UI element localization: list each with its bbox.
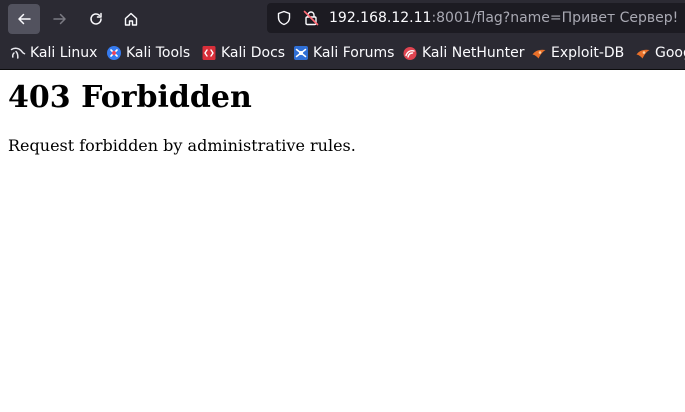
bookmark-label: Google Hacking DB: [655, 45, 685, 61]
bookmark-exploit-db[interactable]: Exploit-DB: [531, 37, 624, 69]
browser-toolbar: 192.168.12.11:8001/flag?name=Привет Серв…: [0, 0, 685, 37]
url-text[interactable]: 192.168.12.11:8001/flag?name=Привет Серв…: [329, 10, 678, 26]
home-icon: [123, 11, 139, 27]
bookmark-label: Kali Docs: [221, 45, 286, 61]
forward-button[interactable]: [44, 4, 76, 34]
bookmark-kali-tools[interactable]: Kali Tools: [106, 37, 190, 69]
url-path: :8001/flag?name=Привет Сервер!: [431, 10, 679, 26]
kali-nethunter-icon: [402, 45, 418, 61]
bookmark-label: Kali Linux: [30, 45, 98, 61]
bookmark-label: Exploit-DB: [551, 45, 625, 61]
exploit-db-icon: [531, 45, 547, 61]
google-hacking-db-icon: [635, 45, 651, 61]
shield-icon[interactable]: [276, 10, 292, 31]
reload-icon: [88, 11, 104, 27]
arrow-right-icon: [52, 11, 68, 27]
page-content: 403 Forbidden Request forbidden by admin…: [0, 70, 685, 412]
kali-docs-icon: [201, 45, 217, 61]
bookmark-label: Kali NetHunter: [422, 45, 525, 61]
bookmark-label: Kali Tools: [126, 45, 191, 61]
bookmarks-toolbar: Kali Linux Kali Tools Kali Docs Kali For…: [0, 37, 685, 70]
error-message: Request forbidden by administrative rule…: [8, 136, 356, 155]
insecure-lock-icon[interactable]: [303, 10, 319, 31]
bookmark-label: Kali Forums: [313, 45, 395, 61]
reload-button[interactable]: [80, 4, 112, 34]
home-button[interactable]: [115, 4, 147, 34]
bookmark-kali-forums[interactable]: Kali Forums: [293, 37, 394, 69]
kali-tools-icon: [106, 45, 122, 61]
page-title: 403 Forbidden: [8, 80, 252, 115]
kali-dragon-icon: [10, 45, 26, 61]
bookmark-kali-linux[interactable]: Kali Linux: [10, 37, 97, 69]
bookmark-google-hacking-db[interactable]: Google Hacking DB: [635, 37, 685, 69]
bookmark-kali-nethunter[interactable]: Kali NetHunter: [402, 37, 524, 69]
address-bar[interactable]: 192.168.12.11:8001/flag?name=Привет Серв…: [267, 3, 685, 33]
url-host: 192.168.12.11: [329, 10, 432, 26]
bookmark-kali-docs[interactable]: Kali Docs: [201, 37, 285, 69]
kali-forums-icon: [293, 45, 309, 61]
back-button[interactable]: [8, 4, 40, 34]
arrow-left-icon: [16, 11, 32, 27]
